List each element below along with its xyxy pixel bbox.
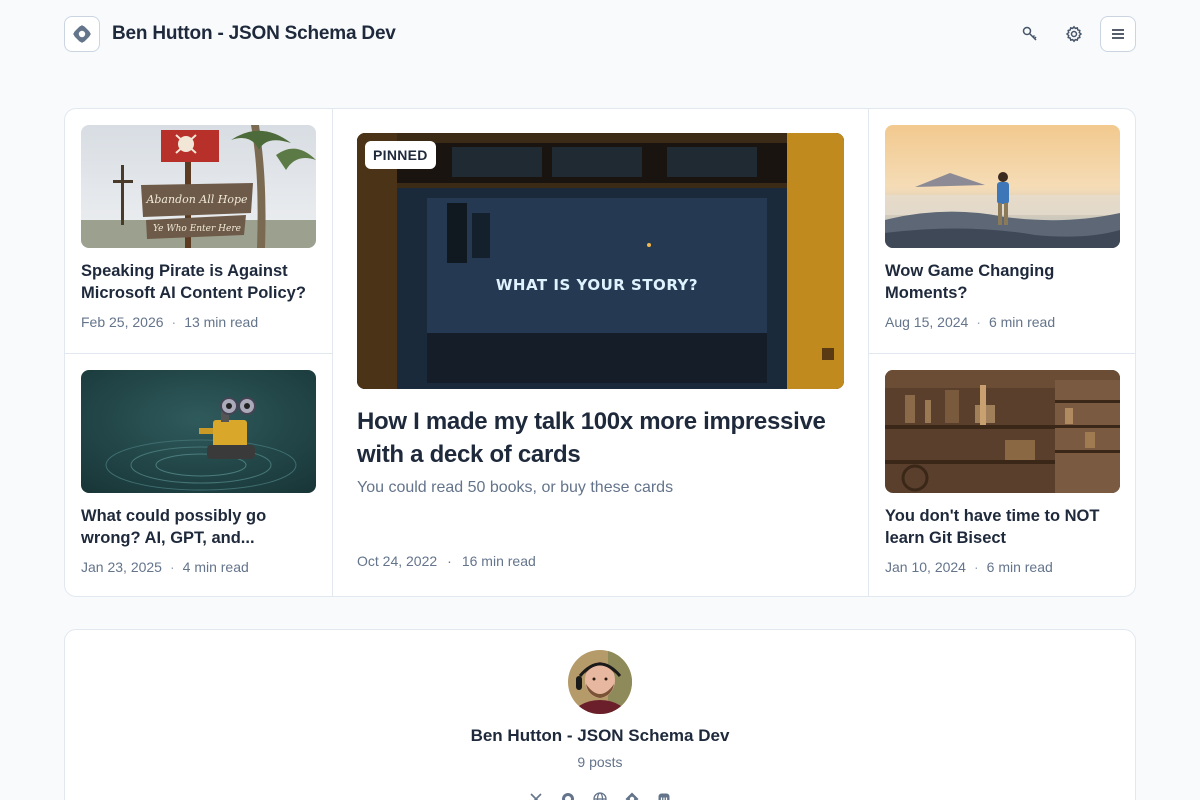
x-icon[interactable] — [529, 792, 543, 800]
menu-icon — [1112, 29, 1124, 39]
post-title[interactable]: What could possibly go wrong? AI, GPT, a… — [81, 505, 316, 549]
brand[interactable]: Ben Hutton - JSON Schema Dev — [64, 16, 396, 52]
menu-button[interactable] — [1100, 16, 1136, 52]
featured-post[interactable]: WHAT IS YOUR STORY? PINNED How I made my… — [333, 109, 868, 596]
separator: · — [171, 314, 177, 330]
post-meta: Jan 23, 2025 · 4 min read — [81, 559, 316, 575]
post-meta: Jan 10, 2024 · 6 min read — [885, 559, 1120, 575]
separator: · — [976, 314, 981, 330]
featured-subtitle: You could read 50 books, or buy these ca… — [357, 479, 674, 496]
post-thumbnail[interactable]: Abandon All Hope Ye Who Enter Here — [81, 125, 316, 248]
logo-icon[interactable] — [64, 16, 100, 52]
site-title[interactable]: Ben Hutton - JSON Schema Dev — [112, 23, 396, 45]
post-card[interactable]: Wow Game Changing Moments? Aug 15, 2024 … — [869, 109, 1135, 353]
hashnode-icon[interactable] — [625, 792, 639, 800]
right-column: Wow Game Changing Moments? Aug 15, 2024 … — [868, 109, 1135, 597]
post-date: Jan 23, 2025 — [81, 558, 162, 575]
mastodon-icon[interactable] — [657, 792, 671, 800]
author-name[interactable]: Ben Hutton - JSON Schema Dev — [471, 726, 730, 746]
left-column: Abandon All Hope Ye Who Enter Here Speak… — [65, 109, 333, 596]
post-card[interactable]: You don't have time to NOT learn Git Bis… — [869, 352, 1135, 597]
post-date: Jan 10, 2024 — [885, 558, 966, 575]
avatar[interactable] — [568, 650, 632, 714]
post-thumbnail[interactable] — [81, 369, 316, 493]
post-title[interactable]: You don't have time to NOT learn Git Bis… — [885, 505, 1120, 549]
read-time: 16 min read — [461, 553, 536, 569]
author-post-count: 9 posts — [577, 754, 623, 770]
post-meta: Feb 25, 2026 · 13 min read — [81, 314, 316, 330]
post-thumbnail[interactable] — [885, 369, 1120, 493]
sign-text: Abandon All Hope — [145, 193, 248, 206]
author-card: Ben Hutton - JSON Schema Dev 9 posts — [64, 629, 1136, 800]
header-actions — [1012, 16, 1136, 52]
settings-icon[interactable] — [1056, 16, 1092, 52]
globe-icon[interactable] — [593, 792, 607, 800]
read-time: 4 min read — [182, 558, 249, 575]
sign-text: Ye Who Enter Here — [153, 224, 241, 234]
post-meta: Oct 24, 2022 · 16 min read — [357, 553, 536, 569]
featured-title[interactable]: How I made my talk 100x more impressive … — [357, 405, 844, 471]
post-date: Aug 15, 2024 — [885, 314, 969, 330]
post-date: Oct 24, 2022 — [357, 553, 438, 569]
neon-sign-text: WHAT IS YOUR STORY? — [496, 276, 698, 294]
post-title[interactable]: Speaking Pirate is Against Microsoft AI … — [81, 260, 316, 304]
featured-image[interactable]: WHAT IS YOUR STORY? PINNED — [357, 133, 844, 389]
read-time: 13 min read — [184, 314, 259, 330]
separator: · — [169, 558, 175, 575]
posts-grid: Abandon All Hope Ye Who Enter Here Speak… — [64, 108, 1136, 597]
post-card[interactable]: What could possibly go wrong? AI, GPT, a… — [65, 352, 332, 597]
site-header: Ben Hutton - JSON Schema Dev — [64, 16, 1136, 52]
post-thumbnail[interactable] — [885, 125, 1120, 248]
social-links — [529, 792, 671, 800]
post-card[interactable]: Abandon All Hope Ye Who Enter Here Speak… — [65, 109, 332, 353]
github-icon[interactable] — [561, 792, 575, 800]
read-time: 6 min read — [988, 314, 1056, 330]
post-meta: Aug 15, 2024 · 6 min read — [885, 314, 1120, 330]
separator: · — [973, 558, 979, 575]
separator: · — [447, 553, 452, 569]
key-icon[interactable] — [1012, 16, 1048, 52]
post-date: Feb 25, 2026 — [81, 314, 164, 330]
read-time: 6 min read — [986, 558, 1053, 575]
post-title[interactable]: Wow Game Changing Moments? — [885, 260, 1120, 304]
pinned-badge: PINNED — [365, 141, 436, 169]
